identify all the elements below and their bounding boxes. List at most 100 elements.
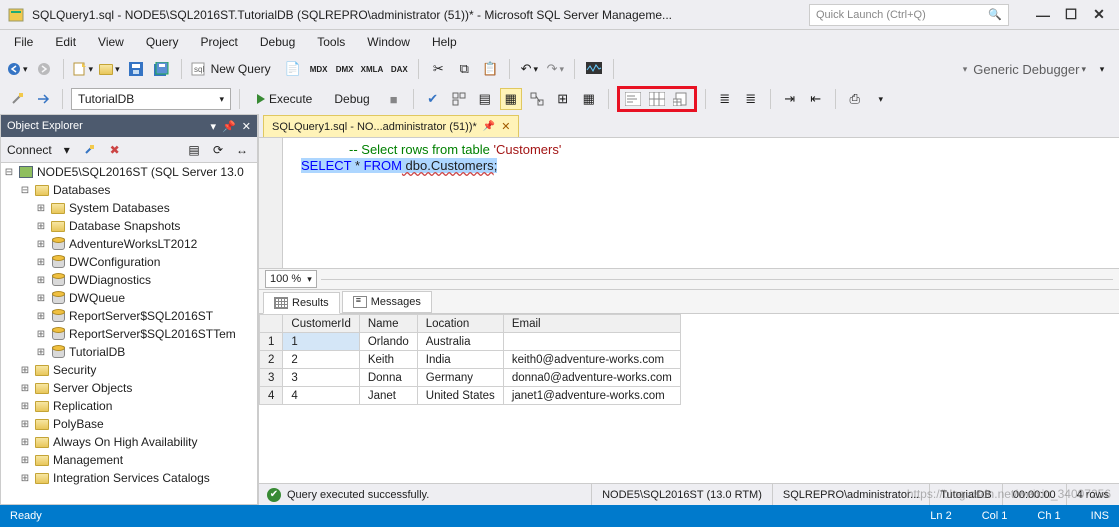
mdx-query-icon[interactable]: MDX xyxy=(308,58,330,80)
connect-icon[interactable] xyxy=(6,88,28,110)
save-all-button[interactable] xyxy=(151,58,173,80)
new-query-button[interactable]: sql New Query xyxy=(190,58,278,80)
nav-fwd-button[interactable] xyxy=(33,58,55,80)
tree-folder-node[interactable]: ⊞Integration Services Catalogs xyxy=(1,469,257,487)
uncomment-button[interactable]: ≣ xyxy=(740,88,762,110)
menu-project[interactable]: Project xyxy=(191,32,248,52)
refresh-icon[interactable]: ⟳ xyxy=(209,143,227,157)
engine-query-icon[interactable]: 📄 xyxy=(282,58,304,80)
sql-editor[interactable]: -- Select rows from table 'Customers' SE… xyxy=(259,138,1119,268)
cell[interactable]: Germany xyxy=(417,369,503,387)
cell[interactable]: donna0@adventure-works.com xyxy=(503,369,680,387)
tree-folder-node[interactable]: ⊞PolyBase xyxy=(1,415,257,433)
tree-db-node[interactable]: ⊞DWConfiguration xyxy=(1,253,257,271)
execute-button[interactable]: Execute xyxy=(248,88,321,110)
table-row[interactable]: 33DonnaGermanydonna0@adventure-works.com xyxy=(260,369,681,387)
tree-folder-node[interactable]: ⊞Always On High Availability xyxy=(1,433,257,451)
redo-button[interactable]: ↷▾ xyxy=(544,58,566,80)
actual-plan-icon[interactable] xyxy=(526,88,548,110)
table-row[interactable]: 44JanetUnited Statesjanet1@adventure-wor… xyxy=(260,387,681,405)
new-item-button[interactable]: ▾ xyxy=(72,58,95,80)
results-to-grid-button[interactable] xyxy=(646,88,668,110)
dmx-query-icon[interactable]: DMX xyxy=(334,58,356,80)
dax-query-icon[interactable]: DAX xyxy=(388,58,410,80)
menu-window[interactable]: Window xyxy=(357,32,420,52)
tree-folder-node[interactable]: ⊞Security xyxy=(1,361,257,379)
object-explorer-tree[interactable]: ⊟NODE5\SQL2016ST (SQL Server 13.0 ⊟Datab… xyxy=(1,163,257,504)
column-header[interactable]: CustomerId xyxy=(283,315,359,333)
toolbar2-overflow-icon[interactable]: ▾ xyxy=(870,88,892,110)
pin-tab-icon[interactable]: 📌 xyxy=(483,121,495,132)
tree-db-node[interactable]: ⊞TutorialDB xyxy=(1,343,257,361)
tree-db-node[interactable]: ⊞ReportServer$SQL2016STTem xyxy=(1,325,257,343)
cell[interactable]: 1 xyxy=(283,333,359,351)
cell[interactable]: 2 xyxy=(283,351,359,369)
table-row[interactable]: 22KeithIndiakeith0@adventure-works.com xyxy=(260,351,681,369)
zoom-combo[interactable]: 100 %▾ xyxy=(265,270,317,288)
xmla-query-icon[interactable]: XMLA xyxy=(360,58,385,80)
tree-db-node[interactable]: ⊞AdventureWorksLT2012 xyxy=(1,235,257,253)
tree-sysdb-node[interactable]: ⊞System Databases xyxy=(1,199,257,217)
nav-back-button[interactable]: ▾ xyxy=(6,58,29,80)
menu-view[interactable]: View xyxy=(88,32,134,52)
cell[interactable]: Orlando xyxy=(359,333,417,351)
tree-folder-node[interactable]: ⊞Management xyxy=(1,451,257,469)
live-stats-icon[interactable]: ⊞ xyxy=(552,88,574,110)
cell[interactable]: Keith xyxy=(359,351,417,369)
cell[interactable]: keith0@adventure-works.com xyxy=(503,351,680,369)
estimated-plan-icon[interactable] xyxy=(448,88,470,110)
tree-databases-node[interactable]: ⊟Databases xyxy=(1,181,257,199)
debug-button[interactable]: Debug xyxy=(325,88,378,110)
cell[interactable]: United States xyxy=(417,387,503,405)
cell[interactable]: janet1@adventure-works.com xyxy=(503,387,680,405)
disconnect-icon[interactable] xyxy=(82,143,100,157)
save-button[interactable] xyxy=(125,58,147,80)
column-header[interactable]: Email xyxy=(503,315,680,333)
menu-edit[interactable]: Edit xyxy=(45,32,86,52)
connect-label[interactable]: Connect xyxy=(7,143,52,157)
sync-icon[interactable]: ↔ xyxy=(233,143,251,157)
copy-button[interactable]: ⧉ xyxy=(453,58,475,80)
connect-dropdown-icon[interactable]: ▾ xyxy=(58,143,76,157)
client-stats-icon[interactable]: ▦ xyxy=(578,88,600,110)
database-selector[interactable]: TutorialDB ▾ xyxy=(71,88,231,110)
cell[interactable]: Donna xyxy=(359,369,417,387)
cell[interactable]: India xyxy=(417,351,503,369)
paste-button[interactable]: 📋 xyxy=(479,58,501,80)
quick-launch-input[interactable]: Quick Launch (Ctrl+Q) 🔍 xyxy=(809,4,1009,26)
cell[interactable] xyxy=(503,333,680,351)
tree-server-node[interactable]: ⊟NODE5\SQL2016ST (SQL Server 13.0 xyxy=(1,163,257,181)
indent-button[interactable]: ⇥ xyxy=(779,88,801,110)
menu-debug[interactable]: Debug xyxy=(250,32,305,52)
outdent-button[interactable]: ⇤ xyxy=(805,88,827,110)
tree-db-node[interactable]: ⊞ReportServer$SQL2016ST xyxy=(1,307,257,325)
tree-folder-node[interactable]: ⊞Server Objects xyxy=(1,379,257,397)
cell[interactable]: 4 xyxy=(283,387,359,405)
results-grid[interactable]: CustomerIdNameLocationEmail 11OrlandoAus… xyxy=(259,314,1119,483)
cell[interactable]: Australia xyxy=(417,333,503,351)
column-header[interactable]: Name xyxy=(359,315,417,333)
toolbar-overflow-icon[interactable]: ▾ xyxy=(1091,58,1113,80)
parse-button[interactable]: ✔ xyxy=(422,88,444,110)
panel-close-icon[interactable]: ✕ xyxy=(242,120,251,133)
tree-folder-node[interactable]: ⊞Replication xyxy=(1,397,257,415)
menu-file[interactable]: File xyxy=(4,32,43,52)
stop-icon[interactable]: ✖ xyxy=(106,143,124,157)
solution-combo[interactable]: ▾ xyxy=(708,58,968,80)
activity-monitor-icon[interactable] xyxy=(583,58,605,80)
close-tab-icon[interactable]: ✕ xyxy=(501,120,510,133)
intellisense-icon[interactable]: ▦ xyxy=(500,88,522,110)
column-header[interactable]: Location xyxy=(417,315,503,333)
tree-snap-node[interactable]: ⊞Database Snapshots xyxy=(1,217,257,235)
document-tab[interactable]: SQLQuery1.sql - NO...administrator (51))… xyxy=(263,115,519,137)
comment-button[interactable]: ≣ xyxy=(714,88,736,110)
results-to-text-button[interactable] xyxy=(622,88,644,110)
stop-button[interactable]: ■ xyxy=(383,88,405,110)
open-button[interactable]: ▾ xyxy=(98,58,121,80)
filter-icon[interactable]: ▤ xyxy=(185,143,203,157)
undo-button[interactable]: ↶▾ xyxy=(518,58,540,80)
results-to-file-button[interactable] xyxy=(670,88,692,110)
menu-query[interactable]: Query xyxy=(136,32,189,52)
change-connection-icon[interactable] xyxy=(32,88,54,110)
tab-results[interactable]: Results xyxy=(263,292,340,314)
